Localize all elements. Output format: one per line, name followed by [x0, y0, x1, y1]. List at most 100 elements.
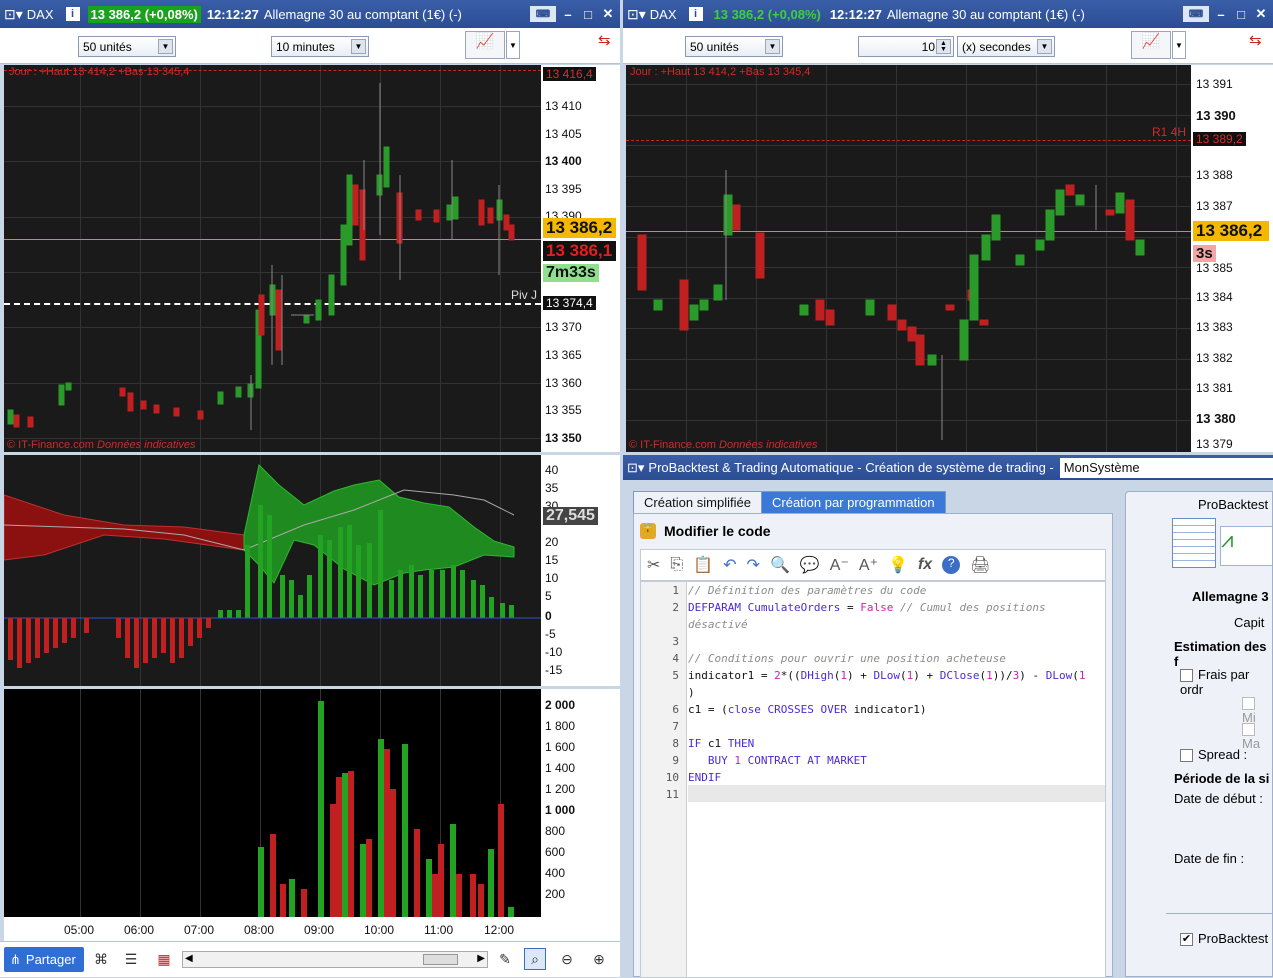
chevron-down-icon: ▼: [351, 39, 366, 54]
share-button[interactable]: ⋔ Partager: [4, 947, 84, 972]
stepper-icon[interactable]: ▲ ▼: [936, 39, 951, 54]
right-price-chart[interactable]: Jour : +Haut 13 414,2 +Bas 13 345,4 R1 4…: [626, 65, 1191, 452]
probacktest-checkbox[interactable]: ✔ ProBacktest: [1180, 931, 1268, 947]
copyright-watermark: © IT-Finance.com Données indicatives: [629, 439, 818, 451]
code-line[interactable]: 4 // Conditions pour ouvrir une position …: [641, 652, 1105, 669]
code-line[interactable]: 10 ENDIF: [641, 771, 1105, 788]
zoom-out-icon[interactable]: ⊖: [556, 948, 578, 970]
line-number: 10: [665, 771, 679, 784]
indicator-dropdown-icon[interactable]: ▼: [1172, 31, 1186, 59]
indicator-chart-icon[interactable]: 📈: [465, 31, 505, 59]
timeframe-value: 10 minutes: [276, 39, 335, 54]
minimize-icon[interactable]: –: [1213, 6, 1229, 22]
code-line[interactable]: ): [641, 686, 1105, 703]
code-line[interactable]: 8 IF c1 THEN: [641, 737, 1105, 754]
code-line[interactable]: 7: [641, 720, 1105, 737]
candle-countdown: 3s: [1193, 245, 1216, 262]
zoom-in-icon[interactable]: ⊕: [588, 948, 610, 970]
undo-icon[interactable]: ↶: [723, 555, 736, 575]
code-line[interactable]: 1 // Définition des paramètres du code: [641, 584, 1105, 601]
keyboard-icon[interactable]: ⌨: [1183, 6, 1209, 22]
price-tick: 13 383: [1196, 320, 1233, 334]
window-menu-icon[interactable]: ⊡▾: [4, 6, 23, 23]
close-icon[interactable]: ✕: [600, 6, 616, 22]
side-fees-heading: Estimation des f: [1174, 639, 1267, 669]
code-text: ENDIF: [688, 771, 722, 784]
left-oscillator-chart[interactable]: [4, 455, 541, 686]
print-icon[interactable]: 🖨: [970, 555, 990, 575]
units-select[interactable]: 50 unités ▼: [78, 36, 176, 57]
indicator-chart-icon[interactable]: 📈: [1131, 31, 1171, 59]
left-time-axis[interactable]: 05:00 06:00 07:00 08:00 09:00 10:00 11:0…: [4, 917, 620, 941]
scroll-thumb[interactable]: [423, 954, 458, 965]
cut-icon[interactable]: ✂: [647, 555, 660, 575]
font-increase-icon[interactable]: A⁺: [859, 555, 878, 575]
side-capital: Capit: [1234, 615, 1265, 630]
side-panel-toggle-icon[interactable]: ⇆: [598, 31, 618, 59]
maximize-icon[interactable]: □: [1233, 6, 1249, 22]
cursor-mode-icon[interactable]: ⌘: [90, 948, 112, 970]
line-number: 1: [672, 584, 679, 597]
copyright-watermark: © IT-Finance.com Données indicatives: [7, 439, 196, 451]
window-menu-icon[interactable]: ⊡▾: [627, 460, 644, 476]
code-editor[interactable]: 1 // Définition des paramètres du code 2 DE…: [640, 581, 1106, 978]
tab-programming-creation[interactable]: Création par programmation: [761, 491, 946, 513]
period-stepper[interactable]: 10 ▲ ▼: [858, 36, 954, 57]
fees-per-order-checkbox[interactable]: Frais par ordr: [1180, 667, 1272, 697]
code-line[interactable]: 2 DEFPARAM CumulateOrders = False // Cumu…: [641, 601, 1105, 618]
period-unit-select[interactable]: (x) secondes ▼: [957, 36, 1055, 57]
right-price-axis[interactable]: 13 391 13 390 13 389,2 13 388 13 387 13 …: [1191, 65, 1273, 452]
indicator-dropdown-icon[interactable]: ▼: [506, 31, 520, 59]
search-icon[interactable]: 🔍: [770, 555, 790, 575]
side-panel-toggle-icon[interactable]: ⇆: [1249, 31, 1269, 59]
paste-icon[interactable]: 📋: [693, 555, 713, 575]
code-line[interactable]: 6 c1 = (close CROSSES OVER indicator1): [641, 703, 1105, 720]
price-tick: 13 365: [545, 348, 582, 362]
info-icon[interactable]: i: [65, 7, 80, 21]
left-oscillator-axis[interactable]: 40 35 30 27,545 20 15 10 5 0 -5 -10 -15: [541, 455, 620, 686]
draw-tool-icon[interactable]: ✎: [494, 948, 516, 970]
price-badge: 13 386,2 (+0,08%): [87, 5, 201, 23]
zoom-select-icon[interactable]: ⌕: [524, 948, 546, 970]
info-icon[interactable]: i: [688, 7, 703, 21]
code-text: // Définition des paramètres du code: [688, 584, 927, 597]
code-line[interactable]: 9 BUY 1 CONTRACT AT MARKET: [641, 754, 1105, 771]
code-text: // Conditions pour ouvrir une position a…: [688, 652, 1006, 665]
left-volume-axis[interactable]: 2 000 1 800 1 600 1 400 1 200 1 000 800 …: [541, 689, 620, 917]
units-select[interactable]: 50 unités ▼: [685, 36, 783, 57]
instrument-label[interactable]: DAX: [27, 7, 54, 22]
scroll-right-icon[interactable]: ▶: [477, 953, 485, 964]
close-icon[interactable]: ✕: [1253, 6, 1269, 22]
spread-checkbox[interactable]: Spread :: [1180, 747, 1247, 763]
keyboard-icon[interactable]: ⌨: [530, 6, 556, 22]
lightbulb-icon[interactable]: 💡: [888, 555, 908, 575]
list-icon[interactable]: ☰: [120, 948, 142, 970]
copy-icon[interactable]: ⎘: [670, 556, 683, 574]
horizontal-scrollbar[interactable]: ◀ ▶: [182, 951, 488, 968]
font-decrease-icon[interactable]: A⁻: [830, 555, 849, 575]
code-line[interactable]: 11: [641, 788, 1105, 805]
grid-icon[interactable]: ▦: [153, 948, 175, 970]
lock-icon: 🔒: [640, 523, 656, 539]
timeframe-select[interactable]: 10 minutes ▼: [271, 36, 369, 57]
redo-icon[interactable]: ↷: [747, 555, 760, 575]
left-price-axis[interactable]: 13 416,4 13 410 13 405 13 400 13 395 13 …: [541, 65, 620, 452]
code-line[interactable]: 5 indicator1 = 2*((DHigh(1) + DLow(1) + D…: [641, 669, 1105, 686]
instrument-label[interactable]: DAX: [650, 7, 677, 22]
left-price-chart[interactable]: Jour : +Haut 13 414,2 +Bas 13 345,4 Piv …: [4, 65, 541, 452]
comment-icon[interactable]: 💬: [800, 555, 820, 575]
scroll-left-icon[interactable]: ◀: [185, 953, 193, 964]
system-name-field[interactable]: MonSystème: [1059, 457, 1273, 478]
left-volume-chart[interactable]: [4, 689, 541, 917]
checkmark-icon: ✔: [1180, 933, 1193, 947]
code-line[interactable]: désactivé: [641, 618, 1105, 635]
price-tick: 13 382: [1196, 351, 1233, 365]
code-line[interactable]: 3: [641, 635, 1105, 652]
tab-simple-creation[interactable]: Création simplifiée: [633, 491, 762, 513]
minimize-icon[interactable]: –: [560, 6, 576, 22]
maximize-icon[interactable]: □: [580, 6, 596, 22]
function-icon[interactable]: fx: [918, 556, 932, 574]
window-menu-icon[interactable]: ⊡▾: [627, 6, 646, 23]
help-icon[interactable]: ?: [942, 556, 961, 574]
left-toolbar: 50 unités ▼ 10 minutes ▼ 📈 ▼ ⇆: [0, 28, 620, 64]
